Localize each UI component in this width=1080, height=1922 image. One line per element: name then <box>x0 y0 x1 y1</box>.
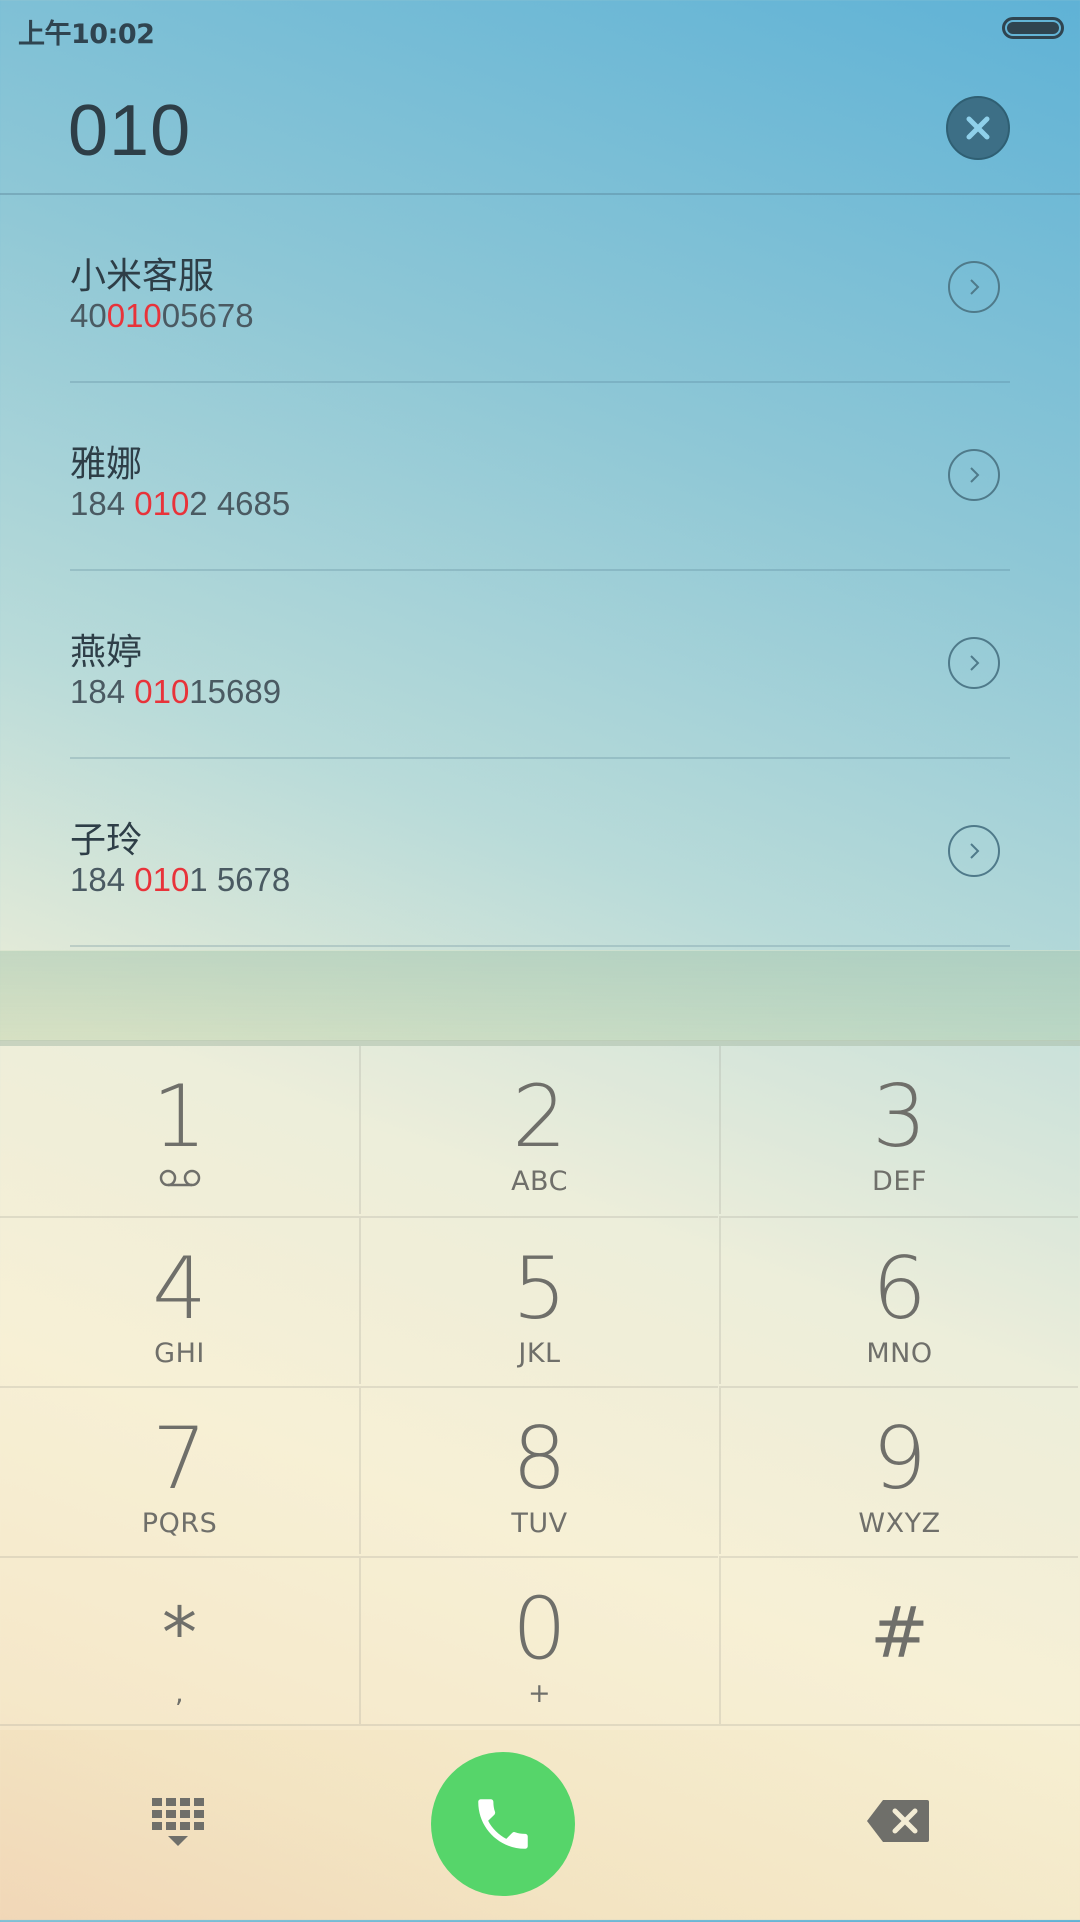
voicemail-icon <box>0 1168 359 1192</box>
match-highlight: 010 <box>106 297 162 334</box>
contact-name: 子玲 <box>70 820 143 861</box>
key-0[interactable]: 0 + <box>359 1556 718 1724</box>
key-letters: TUV <box>511 1508 568 1539</box>
contact-number: 184 0101 5678 <box>70 861 291 898</box>
dial-number-display[interactable]: 010 <box>68 90 191 172</box>
bottom-action-bar <box>0 1724 1080 1922</box>
key-letters: ABC <box>511 1166 568 1197</box>
key-4[interactable]: 4 GHI <box>0 1216 359 1384</box>
list-divider-band <box>0 950 1080 1041</box>
contact-results-list: 小米客服 4001005678 雅娜 184 0102 4685 燕婷 184 … <box>0 195 1080 947</box>
clear-icon <box>966 116 990 140</box>
contact-result-row[interactable]: 子玲 184 0101 5678 <box>0 759 1080 947</box>
match-highlight: 010 <box>134 861 190 898</box>
contact-detail-button[interactable] <box>948 261 1000 313</box>
backspace-icon <box>867 1800 929 1842</box>
key-digit: 5 <box>512 1239 567 1339</box>
key-digit: # <box>870 1592 929 1674</box>
contact-number: 184 01015689 <box>70 673 282 710</box>
dial-header: 010 <box>0 58 1080 195</box>
key-digit: * <box>162 1592 197 1674</box>
key-star[interactable]: * , <box>0 1556 359 1724</box>
contact-detail-button[interactable] <box>948 637 1000 689</box>
key-6[interactable]: 6 MNO <box>719 1216 1078 1384</box>
contact-detail-button[interactable] <box>948 449 1000 501</box>
contact-name: 雅娜 <box>70 444 143 485</box>
key-letters: MNO <box>866 1338 933 1369</box>
contact-name: 燕婷 <box>70 632 143 673</box>
contact-detail-button[interactable] <box>948 825 1000 877</box>
key-7[interactable]: 7 PQRS <box>0 1386 359 1554</box>
key-digit: 2 <box>512 1067 567 1167</box>
status-time: 上午10:02 <box>18 19 155 50</box>
clear-button[interactable] <box>946 96 1010 160</box>
key-digit: 7 <box>152 1409 207 1509</box>
key-digit: 4 <box>152 1239 207 1339</box>
contact-result-row[interactable]: 燕婷 184 01015689 <box>0 571 1080 759</box>
status-bar: 上午10:02 <box>0 0 1080 58</box>
key-digit: 6 <box>872 1239 927 1339</box>
key-hash[interactable]: # <box>719 1556 1078 1724</box>
contact-result-row[interactable]: 雅娜 184 0102 4685 <box>0 383 1080 571</box>
phone-icon <box>478 1799 528 1849</box>
dialpad-icon <box>152 1798 204 1846</box>
key-8[interactable]: 8 TUV <box>359 1386 718 1554</box>
chevron-right-icon <box>970 467 980 483</box>
dial-keypad: 1 2 ABC 3 DEF 4 GHI 5 JKL 6 MNO 7 PQRS 8… <box>0 1040 1080 1730</box>
key-digit: 1 <box>152 1067 207 1167</box>
key-letters: DEF <box>872 1166 927 1197</box>
dialpad-toggle-button[interactable] <box>150 1796 206 1852</box>
key-letters: + <box>527 1678 552 1709</box>
key-digit: 0 <box>512 1579 567 1679</box>
key-5[interactable]: 5 JKL <box>359 1216 718 1384</box>
key-letters: , <box>174 1678 185 1709</box>
match-highlight: 010 <box>134 485 190 522</box>
key-2[interactable]: 2 ABC <box>359 1046 718 1214</box>
call-button[interactable] <box>431 1752 575 1896</box>
contact-number: 184 0102 4685 <box>70 485 291 522</box>
chevron-right-icon <box>970 843 980 859</box>
key-9[interactable]: 9 WXYZ <box>719 1386 1078 1554</box>
key-digit: 3 <box>872 1067 927 1167</box>
key-letters: GHI <box>154 1338 205 1369</box>
contact-name: 小米客服 <box>70 256 215 297</box>
contact-number: 4001005678 <box>70 297 254 334</box>
chevron-right-icon <box>970 655 980 671</box>
key-letters: PQRS <box>141 1508 218 1539</box>
key-3[interactable]: 3 DEF <box>719 1046 1078 1214</box>
match-highlight: 010 <box>134 673 190 710</box>
key-letters: WXYZ <box>858 1508 941 1539</box>
key-digit: 8 <box>512 1409 567 1509</box>
key-1[interactable]: 1 <box>0 1046 359 1214</box>
contact-result-row[interactable]: 小米客服 4001005678 <box>0 195 1080 383</box>
key-digit: 9 <box>872 1409 927 1509</box>
backspace-button[interactable] <box>865 1798 931 1844</box>
chevron-right-icon <box>970 279 980 295</box>
key-letters: JKL <box>518 1338 561 1369</box>
battery-icon <box>1002 17 1064 39</box>
